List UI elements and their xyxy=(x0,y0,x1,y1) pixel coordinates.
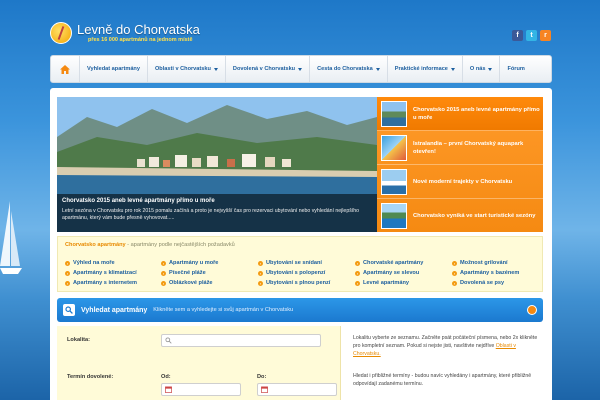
site-title[interactable]: Levně do Chorvatska xyxy=(77,22,200,37)
filter-link[interactable]: › Apartmány s bazénem xyxy=(452,270,519,276)
bullet-icon: › xyxy=(452,280,457,286)
search-help: Lokalitu vyberte ze seznamu. Začněte psá… xyxy=(353,334,538,388)
filter-link[interactable]: › Apartmány s klimatizací xyxy=(65,270,137,276)
nav-item-prakticke[interactable]: Praktické informace xyxy=(388,56,463,82)
location-input[interactable] xyxy=(161,334,321,347)
bullet-icon: › xyxy=(161,280,166,286)
slider-thumb[interactable]: Chorvatsko 2015 aneb levné apartmány pří… xyxy=(377,97,543,131)
filter-link[interactable]: › Chorvatské apartmány xyxy=(355,260,423,266)
nav-item-vyhledat[interactable]: Vyhledat apartmány xyxy=(80,56,148,82)
site-subtitle: přes 16 000 apartmánů na jednom místě xyxy=(88,37,193,43)
filter-link[interactable]: › Dovolená se psy xyxy=(452,280,504,286)
search-form: Lokalita: Termín dovolené: Od: Do: Lokal… xyxy=(57,326,543,400)
thumb-image xyxy=(381,203,407,229)
nav-item-oblasti[interactable]: Oblasti v Chorvatsku xyxy=(148,56,226,82)
filter-link[interactable]: › Ubytování se snídaní xyxy=(258,260,322,266)
chevron-down-icon xyxy=(213,67,218,71)
rss-icon[interactable]: r xyxy=(540,30,551,41)
calendar-icon xyxy=(165,386,172,393)
slide-caption[interactable]: Chorvatsko 2015 aneb levné apartmány pří… xyxy=(57,194,377,232)
bullet-icon: › xyxy=(65,270,70,276)
facebook-icon[interactable]: f xyxy=(512,30,523,41)
chevron-down-icon xyxy=(488,67,493,71)
location-help: Lokalitu vyberte ze seznamu. Začněte psá… xyxy=(353,335,538,357)
slider-thumb[interactable]: Chorvatsko vyniká ve start turistické se… xyxy=(377,199,543,233)
filter-link[interactable]: › Výhled na moře xyxy=(65,260,115,266)
twitter-icon[interactable]: t xyxy=(526,30,537,41)
main-nav: Vyhledat apartmány Oblasti v Chorvatsku … xyxy=(50,55,552,83)
bullet-icon: › xyxy=(161,260,166,266)
thumb-image xyxy=(381,168,407,195)
logo-icon[interactable] xyxy=(50,22,72,44)
bullet-icon: › xyxy=(258,280,263,286)
filter-link[interactable]: › Apartmány se slevou xyxy=(355,270,419,276)
slider-thumb[interactable]: Nové moderní trajekty v Chorvatsku xyxy=(377,165,543,199)
filter-link[interactable]: › Ubytování s plnou penzí xyxy=(258,280,330,286)
bullet-icon: › xyxy=(65,260,70,266)
thumb-label: Nové moderní trajekty v Chorvatsku xyxy=(413,178,513,185)
filter-link[interactable]: › Možnost grilování xyxy=(452,260,508,266)
bullet-icon: › xyxy=(452,260,457,266)
date-to-input[interactable] xyxy=(257,383,337,396)
bullet-icon: › xyxy=(65,280,70,286)
from-label: Od: xyxy=(161,374,171,380)
slider-thumbnails: Chorvatsko 2015 aneb levné apartmány pří… xyxy=(377,97,543,232)
search-icon xyxy=(63,304,75,316)
chevron-down-icon xyxy=(298,67,303,71)
search-form-fields: Lokalita: Termín dovolené: Od: Do: xyxy=(57,326,341,400)
thumb-label: Chorvatsko 2015 aneb levné apartmány pří… xyxy=(413,106,540,121)
date-from-input[interactable] xyxy=(161,383,241,396)
term-help: Hledat i přibližné termíny - budou navíc… xyxy=(353,373,532,387)
thumb-image xyxy=(381,100,407,127)
bullet-icon: › xyxy=(452,270,457,276)
home-button[interactable] xyxy=(51,56,80,82)
bullet-icon: › xyxy=(355,260,360,266)
filter-link[interactable]: › Oblázkové pláže xyxy=(161,280,213,286)
nav-item-o-nas[interactable]: O nás xyxy=(463,56,501,82)
bullet-icon: › xyxy=(355,270,360,276)
bullet-icon: › xyxy=(258,270,263,276)
apartment-filters: Chorvatsko apartmány - apartmány podle n… xyxy=(57,236,543,292)
nav-item-dovolena[interactable]: Dovolená v Chorvatsku xyxy=(226,56,311,82)
bullet-icon: › xyxy=(258,260,263,266)
filter-link[interactable]: › Ubytování s polopenzí xyxy=(258,270,325,276)
thumb-label: Chorvatsko vyniká ve start turistické se… xyxy=(413,213,536,219)
nav-item-cesta[interactable]: Cesta do Chorvatska xyxy=(310,56,388,82)
slide-title[interactable]: Chorvatsko 2015 aneb levné apartmány pří… xyxy=(62,198,372,204)
filter-link[interactable]: › Apartmány u moře xyxy=(161,260,218,266)
chevron-down-icon xyxy=(375,67,380,71)
slider-thumb[interactable]: Istralandia – první Chorvatský aquapark … xyxy=(377,131,543,165)
location-label: Lokalita: xyxy=(67,337,91,343)
home-icon xyxy=(60,64,70,74)
thumb-label: Istralandia – první Chorvatský aquapark … xyxy=(413,140,524,155)
chevron-down-icon xyxy=(450,67,455,71)
thumb-image xyxy=(381,134,407,161)
search-icon xyxy=(165,337,172,344)
bullet-icon: › xyxy=(355,280,360,286)
calendar-icon xyxy=(261,386,268,393)
filter-link[interactable]: › Apartmány s internetem xyxy=(65,280,137,286)
sailboat-decoration xyxy=(0,201,22,274)
slide-text: Letní sezóna v Chorvatsku pro rok 2015 p… xyxy=(62,208,360,221)
featured-slider[interactable]: Chorvatsko 2015 aneb levné apartmány pří… xyxy=(57,97,377,232)
filter-link[interactable]: › Písečné pláže xyxy=(161,270,206,276)
search-description: Klikněte sem a vyhledejte si svůj apartm… xyxy=(153,307,294,313)
expand-icon[interactable] xyxy=(527,305,537,315)
search-title: Vyhledat apartmány xyxy=(81,306,148,314)
nav-item-forum[interactable]: Fórum xyxy=(500,56,531,82)
filters-heading: Chorvatsko apartmány - apartmány podle n… xyxy=(65,242,235,248)
bullet-icon: › xyxy=(161,270,166,276)
filter-link[interactable]: › Levné apartmány xyxy=(355,280,409,286)
to-label: Do: xyxy=(257,374,267,380)
search-toggle-bar[interactable]: Vyhledat apartmány Klikněte sem a vyhled… xyxy=(57,298,543,322)
term-label: Termín dovolené: xyxy=(67,374,114,380)
